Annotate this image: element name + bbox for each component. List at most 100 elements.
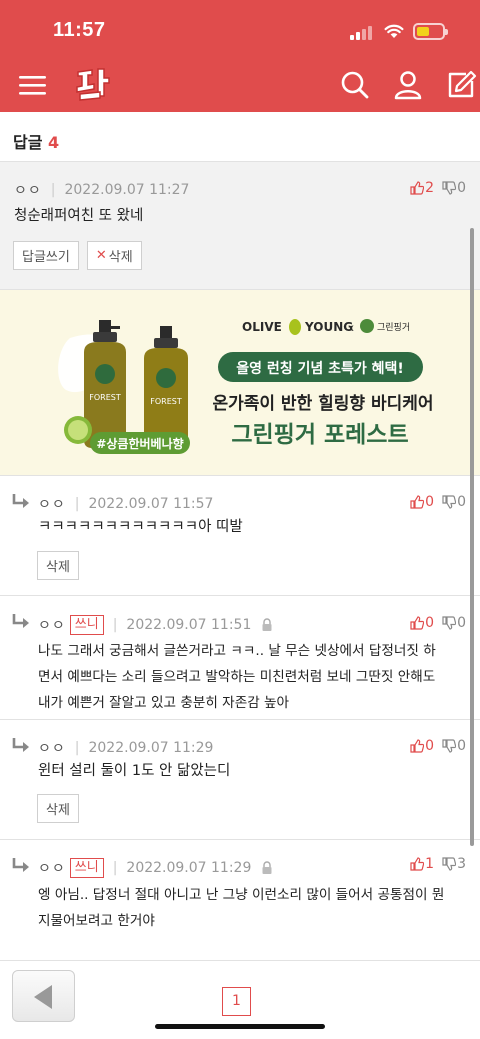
reply-count-header: 답글 4 <box>0 112 480 162</box>
comment-meta: ㅇㅇ | 2022.09.07 11:29 <box>38 740 214 757</box>
downvote-button[interactable]: 0 <box>442 615 466 631</box>
upvote-button[interactable]: 1 <box>410 856 434 872</box>
comment-text: ㅋㅋㅋㅋㅋㅋㅋㅋㅋㅋㅋㅋ아 띠발 <box>38 519 243 535</box>
upvote-button[interactable]: 0 <box>410 738 434 754</box>
thumbs-down-icon <box>442 739 457 753</box>
comment-text-line: 내가 예쁜거 잘알고 있고 충분히 자존감 높아 <box>38 695 290 711</box>
reply-count: 4 <box>48 133 60 152</box>
delete-button[interactable]: ✕ 삭제 <box>86 241 142 270</box>
comment-actions: 삭제 <box>37 551 79 580</box>
ad-banner[interactable]: FOREST FOREST #상큼한버베나향 OLIVE YOUNG x 그린핑… <box>0 290 480 476</box>
comment-item: ㅇㅇ 쓰니 | 2022.09.07 11:29 1 3 엥 아님.. 답정너 … <box>0 840 480 960</box>
comment-votes: 0 0 <box>410 494 466 510</box>
upvote-count: 1 <box>425 856 435 872</box>
downvote-button[interactable]: 0 <box>442 738 466 754</box>
comment-meta: ㅇㅇ | 2022.09.07 11:27 <box>14 182 190 199</box>
hamburger-menu-icon[interactable] <box>16 68 50 102</box>
comment-text: 청순래퍼여친 또 왔네 <box>14 208 144 224</box>
pann-logo[interactable] <box>72 66 112 102</box>
comment-text-line: 면서 예쁘다는 소리 들으려고 발악하는 미친련처럼 보네 그딴짓 안해도 <box>38 669 436 685</box>
comment-item: ㅇㅇ | 2022.09.07 11:57 0 0 ㅋㅋㅋㅋㅋㅋㅋㅋㅋㅋㅋㅋ아 … <box>0 476 480 596</box>
ad-brand-left: OLIVE <box>242 320 282 334</box>
status-bar: 11:57 <box>0 0 480 58</box>
upvote-button[interactable]: 2 <box>410 180 434 196</box>
close-icon: ✕ <box>95 248 107 263</box>
write-reply-button[interactable]: 답글쓰기 <box>13 241 79 270</box>
upvote-count: 2 <box>425 180 435 196</box>
reply-arrow-icon <box>12 738 29 752</box>
top-navbar <box>0 58 480 112</box>
comment-meta: ㅇㅇ 쓰니 | 2022.09.07 11:29 <box>38 858 273 878</box>
reply-arrow-icon <box>12 494 29 508</box>
edit-icon[interactable] <box>444 68 478 102</box>
comment-nickname: ㅇㅇ <box>38 861 66 877</box>
comment-text: 엥 아님.. 답정너 절대 아니고 난 그냥 이런소리 많이 들어서 공통점이 … <box>38 882 444 934</box>
comment-text: 나도 그래서 궁금해서 글쓴거라고 ㅋㅋ.. 날 무슨 넷상에서 답정너짓 하 … <box>38 638 436 716</box>
comment-votes: 1 3 <box>410 856 466 872</box>
comment-nickname: ㅇㅇ <box>38 618 66 634</box>
comment-date: 2022.09.07 11:29 <box>126 860 252 876</box>
home-indicator <box>155 1024 325 1029</box>
comment-meta: ㅇㅇ 쓰니 | 2022.09.07 11:51 <box>38 615 273 635</box>
downvote-button[interactable]: 0 <box>442 180 466 196</box>
comment-votes: 2 0 <box>410 180 466 196</box>
thumbs-up-icon <box>410 857 425 871</box>
downvote-count: 0 <box>457 494 466 510</box>
reply-arrow-icon <box>12 614 29 628</box>
thumbs-down-icon <box>442 495 457 509</box>
comment-item: ㅇㅇ | 2022.09.07 11:29 0 0 윈터 설리 둘이 1도 안 … <box>0 720 480 840</box>
author-badge: 쓰니 <box>69 858 104 878</box>
downvote-button[interactable]: 0 <box>442 494 466 510</box>
comment-date: 2022.09.07 11:57 <box>88 496 214 512</box>
lock-icon <box>262 618 272 631</box>
thumbs-up-icon <box>410 616 425 630</box>
ad-brand-mid: YOUNG <box>304 320 353 334</box>
thumbs-down-icon <box>442 616 457 630</box>
comment-text: 윈터 설리 둘이 1도 안 닮았는디 <box>38 763 231 779</box>
page-number-current[interactable]: 1 <box>222 987 251 1016</box>
ad-banner-graphic: FOREST FOREST #상큼한버베나향 OLIVE YOUNG x 그린핑… <box>58 319 434 454</box>
downvote-count: 0 <box>457 615 466 631</box>
comment-text-line: 나도 그래서 궁금해서 글쓴거라고 ㅋㅋ.. 날 무슨 넷상에서 답정너짓 하 <box>38 643 436 659</box>
comment-nickname: ㅇㅇ <box>14 183 42 199</box>
comment-item: ㅇㅇ | 2022.09.07 11:27 2 0 청순래퍼여친 또 왔네 답글… <box>0 162 480 290</box>
scrollbar[interactable] <box>470 228 474 846</box>
back-arrow-icon <box>34 985 52 1009</box>
comment-date: 2022.09.07 11:29 <box>88 740 214 756</box>
comment-votes: 0 0 <box>410 738 466 754</box>
cellular-signal-icon <box>350 26 372 40</box>
thumbs-down-icon <box>442 857 457 871</box>
comment-actions: 삭제 <box>37 794 79 823</box>
downvote-count: 3 <box>457 856 466 872</box>
delete-button[interactable]: 삭제 <box>37 794 79 823</box>
ad-line1: 온가족이 반한 힐링향 바디케어 <box>212 393 433 414</box>
delete-button[interactable]: 삭제 <box>37 551 79 580</box>
ad-line2: 그린핑거 포레스트 <box>231 422 408 448</box>
thumbs-up-icon <box>410 181 425 195</box>
thumbs-down-icon <box>442 181 457 195</box>
status-time: 11:57 <box>53 19 106 41</box>
upvote-count: 0 <box>425 494 435 510</box>
downvote-count: 0 <box>457 738 466 754</box>
comment-actions: 답글쓰기 ✕ 삭제 <box>13 241 142 270</box>
thumbs-up-icon <box>410 739 425 753</box>
upvote-count: 0 <box>425 615 435 631</box>
lock-icon <box>262 861 272 874</box>
wifi-icon <box>384 24 404 38</box>
ad-times: x <box>348 323 354 334</box>
comment-date: 2022.09.07 11:27 <box>64 182 190 198</box>
author-badge: 쓰니 <box>69 615 104 635</box>
upvote-button[interactable]: 0 <box>410 615 434 631</box>
upvote-button[interactable]: 0 <box>410 494 434 510</box>
comment-text-line: 지물어보려고 한거야 <box>38 913 155 929</box>
thumbs-up-icon <box>410 495 425 509</box>
user-icon[interactable] <box>391 68 425 102</box>
downvote-count: 0 <box>457 180 466 196</box>
search-icon[interactable] <box>338 68 372 102</box>
comment-item: ㅇㅇ 쓰니 | 2022.09.07 11:51 0 0 나도 그래서 궁금해서… <box>0 596 480 720</box>
ad-tag: #상큼한버베나향 <box>96 436 183 451</box>
ad-pill: 올영 런칭 기념 초특가 혜택! <box>236 360 404 377</box>
downvote-button[interactable]: 3 <box>442 856 466 872</box>
back-button[interactable] <box>12 970 75 1022</box>
reply-arrow-icon <box>12 858 29 872</box>
